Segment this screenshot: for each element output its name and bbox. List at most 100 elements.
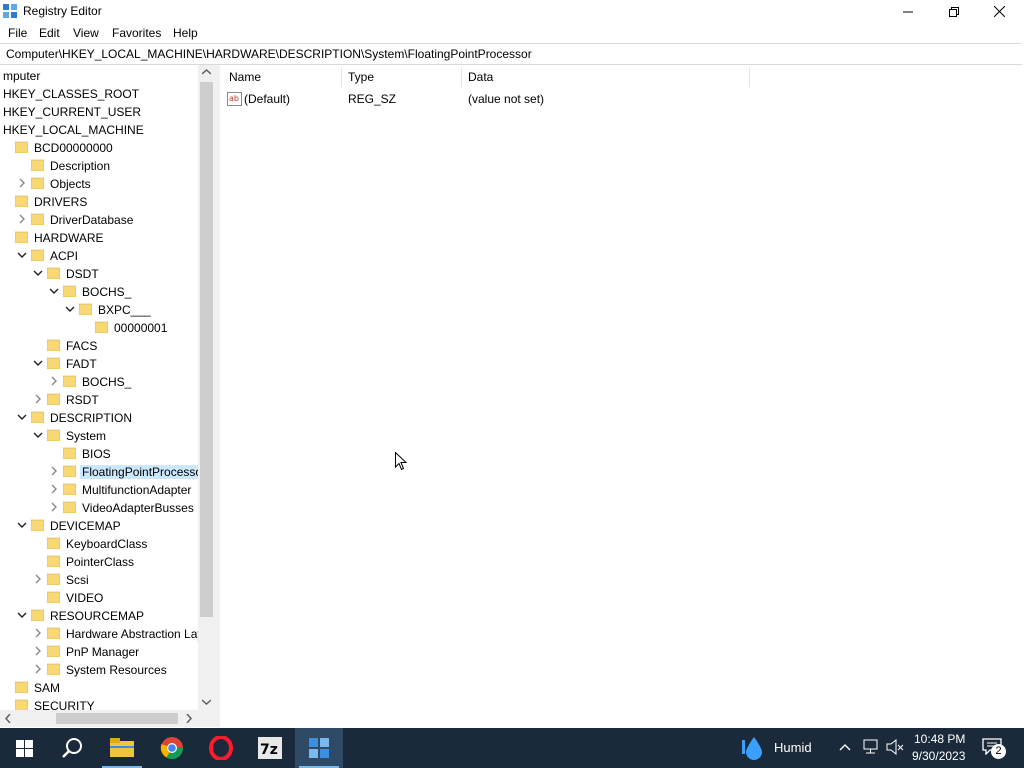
chevron-right-icon[interactable] — [33, 574, 43, 584]
scroll-up-icon[interactable] — [202, 69, 211, 75]
tree-node[interactable]: BOCHS_ — [0, 373, 198, 391]
tree-node[interactable]: KeyboardClass — [0, 535, 198, 553]
tree-node[interactable]: PointerClass — [0, 553, 198, 571]
tree-node-label[interactable]: Hardware Abstraction Layer — [64, 627, 215, 641]
tree-node[interactable]: FloatingPointProcessor — [0, 463, 209, 481]
tree-node[interactable]: System — [0, 427, 198, 445]
chevron-right-icon[interactable] — [49, 376, 59, 386]
weather-humid-icon[interactable] — [740, 736, 768, 760]
tree-node-label[interactable]: mputer — [1, 69, 42, 83]
tree-node-label[interactable]: HKEY_CLASSES_ROOT — [1, 87, 141, 101]
tree-node[interactable]: SAM — [0, 679, 198, 697]
tree-node[interactable]: DRIVERS — [0, 193, 198, 211]
chevron-down-icon[interactable] — [17, 610, 27, 620]
tree-node-label[interactable]: DriverDatabase — [48, 213, 135, 227]
chevron-up-icon[interactable] — [839, 743, 851, 751]
taskbar-file-explorer[interactable] — [98, 728, 146, 768]
chevron-down-icon[interactable] — [17, 520, 27, 530]
tree-node-label[interactable]: ACPI — [48, 249, 80, 263]
chevron-right-icon[interactable] — [49, 484, 59, 494]
scroll-right-icon[interactable] — [186, 714, 192, 723]
tree-node-label[interactable]: DSDT — [64, 267, 101, 281]
tree-node[interactable]: HARDWARE — [0, 229, 198, 247]
tree-node-label[interactable]: Objects — [48, 177, 93, 191]
column-divider[interactable] — [461, 67, 462, 87]
chevron-down-icon[interactable] — [65, 304, 75, 314]
tree-node[interactable]: ACPI — [0, 247, 198, 265]
tree-node-label[interactable]: BCD00000000 — [32, 141, 115, 155]
tree-node-label[interactable]: Scsi — [64, 573, 91, 587]
tree-node-label[interactable]: KeyboardClass — [64, 537, 149, 551]
tree-node-label[interactable]: RSDT — [64, 393, 101, 407]
chevron-right-icon[interactable] — [33, 628, 43, 638]
chevron-down-icon[interactable] — [33, 268, 43, 278]
maximize-button[interactable] — [931, 0, 977, 23]
tree-node[interactable]: RSDT — [0, 391, 198, 409]
tree-node[interactable]: BOCHS_ — [0, 283, 198, 301]
tree-node-label[interactable]: System Resources — [64, 663, 169, 677]
tree-node-label[interactable]: FACS — [64, 339, 99, 353]
tree-node-label[interactable]: System — [64, 429, 108, 443]
tree-vertical-scroll-thumb[interactable] — [200, 82, 213, 617]
tree-node[interactable]: System Resources — [0, 661, 198, 679]
chevron-right-icon[interactable] — [17, 214, 27, 224]
tree-node[interactable]: BXPC___ — [0, 301, 198, 319]
tree-node[interactable]: HKEY_LOCAL_MACHINE — [0, 121, 198, 139]
chevron-down-icon[interactable] — [49, 286, 59, 296]
search-button[interactable] — [48, 728, 96, 768]
tree-node[interactable]: Description — [0, 157, 198, 175]
menu-edit[interactable]: Edit — [39, 26, 60, 40]
clock-time[interactable]: 10:48 PM — [914, 732, 965, 746]
chevron-right-icon[interactable] — [33, 394, 43, 404]
tree-node-label[interactable]: HKEY_LOCAL_MACHINE — [1, 123, 146, 137]
taskbar-chrome[interactable] — [148, 728, 196, 768]
address-bar[interactable]: Computer\HKEY_LOCAL_MACHINE\HARDWARE\DES… — [0, 43, 1022, 65]
tree-node[interactable]: BCD00000000 — [0, 139, 198, 157]
chevron-right-icon[interactable] — [33, 646, 43, 656]
menu-favorites[interactable]: Favorites — [112, 26, 161, 40]
menu-view[interactable]: View — [73, 26, 99, 40]
close-button[interactable] — [976, 0, 1022, 23]
tree-node[interactable]: DSDT — [0, 265, 198, 283]
tree-node-label[interactable]: DEVICEMAP — [48, 519, 123, 533]
tree-node[interactable]: MultifunctionAdapter — [0, 481, 198, 499]
tree-node-label[interactable]: FADT — [64, 357, 99, 371]
minimize-button[interactable] — [885, 0, 931, 23]
chevron-right-icon[interactable] — [49, 502, 59, 512]
menu-help[interactable]: Help — [173, 26, 198, 40]
column-divider[interactable] — [341, 67, 342, 87]
taskbar-registry-editor[interactable] — [295, 728, 343, 768]
tree-node[interactable]: DEVICEMAP — [0, 517, 198, 535]
tree-node[interactable]: PnP Manager — [0, 643, 198, 661]
tree-node[interactable]: DESCRIPTION — [0, 409, 198, 427]
tree-node[interactable]: HKEY_CLASSES_ROOT — [0, 85, 198, 103]
tree-node[interactable]: FACS — [0, 337, 198, 355]
tree-vertical-scrollbar[interactable] — [198, 65, 215, 710]
notification-center-button[interactable]: 2 — [979, 734, 1011, 762]
tree-horizontal-scrollbar[interactable] — [0, 710, 198, 727]
column-header-type[interactable]: Type — [348, 70, 374, 84]
tree-node-label[interactable]: BOCHS_ — [80, 285, 133, 299]
tree-node[interactable]: DriverDatabase — [0, 211, 198, 229]
tree-node-label[interactable]: BIOS — [80, 447, 113, 461]
chevron-down-icon[interactable] — [17, 412, 27, 422]
tree-node-label[interactable]: MultifunctionAdapter — [80, 483, 193, 497]
weather-label[interactable]: Humid — [774, 740, 812, 755]
tree-node-label[interactable]: BXPC___ — [96, 303, 153, 317]
start-button[interactable] — [0, 728, 48, 768]
chevron-right-icon[interactable] — [17, 178, 27, 188]
tree-node[interactable]: HKEY_CURRENT_USER — [0, 103, 198, 121]
column-header-name[interactable]: Name — [229, 70, 261, 84]
tree-node[interactable]: BIOS — [0, 445, 198, 463]
tree-node[interactable]: VIDEO — [0, 589, 198, 607]
taskbar-opera[interactable] — [197, 728, 245, 768]
chevron-down-icon[interactable] — [17, 250, 27, 260]
tree-node[interactable]: FADT — [0, 355, 198, 373]
chevron-down-icon[interactable] — [33, 430, 43, 440]
tree-node[interactable]: 00000001 — [0, 319, 198, 337]
volume-muted-icon[interactable] — [886, 739, 904, 755]
tree-node-label[interactable]: Description — [48, 159, 112, 173]
tree-node-label[interactable]: VideoAdapterBusses — [80, 501, 196, 515]
tree-node-label[interactable]: HKEY_CURRENT_USER — [1, 105, 143, 119]
tree-node[interactable]: RESOURCEMAP — [0, 607, 198, 625]
